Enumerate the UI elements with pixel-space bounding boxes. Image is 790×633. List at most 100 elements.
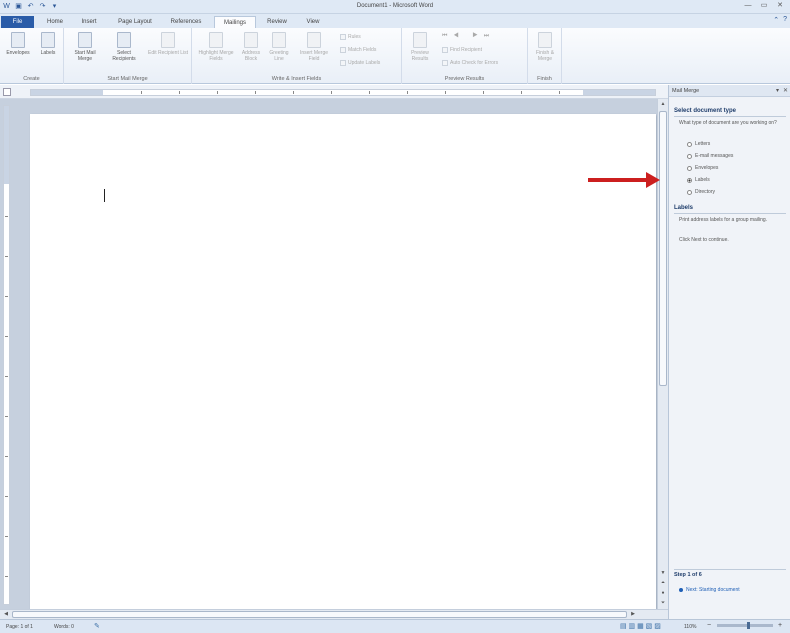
update-labels-icon (340, 60, 346, 66)
zoom-slider[interactable] (717, 624, 773, 627)
task-pane-header: Mail Merge ▾ ✕ (669, 85, 790, 97)
scroll-right-icon[interactable]: ▶ (628, 610, 638, 619)
address-block-button[interactable]: Address Block (238, 32, 264, 62)
minimize-icon[interactable]: — (740, 0, 756, 12)
collapse-ribbon-icon[interactable]: ⌃ (773, 16, 779, 24)
preview-results-button[interactable]: Preview Results (406, 32, 434, 62)
address-block-icon (244, 32, 258, 48)
tab-home[interactable]: Home (40, 16, 70, 28)
proofing-icon[interactable]: ✎ (94, 622, 100, 630)
select-document-type-heading: Select document type (674, 108, 737, 114)
continue-instruction: Click Next to continue. (679, 237, 729, 243)
tab-insert[interactable]: Insert (74, 16, 104, 28)
horizontal-ruler-row (0, 85, 668, 99)
insert-merge-field-button[interactable]: Insert Merge Field (294, 32, 334, 62)
document-type-question: What type of document are you working on… (679, 120, 777, 126)
finish-merge-button[interactable]: Finish & Merge (531, 32, 559, 62)
auto-check-errors-button[interactable]: Auto Check for Errors (442, 60, 498, 66)
scroll-left-icon[interactable]: ◀ (1, 610, 11, 619)
radio-email-messages[interactable]: E-mail messages (687, 153, 733, 159)
find-recipient-button[interactable]: Find Recipient (442, 47, 482, 53)
update-labels-button[interactable]: Update Labels (340, 60, 380, 66)
envelopes-button[interactable]: Envelopes (4, 32, 32, 56)
radio-icon (687, 141, 692, 147)
radio-icon (687, 189, 692, 195)
greeting-line-button[interactable]: Greeting Line (266, 32, 292, 62)
greeting-line-icon (272, 32, 286, 48)
recipients-icon (117, 32, 131, 48)
finish-merge-icon (538, 32, 552, 48)
previous-page-icon[interactable]: ⏶ (658, 579, 668, 588)
scroll-up-icon[interactable]: ▲ (658, 100, 668, 109)
text-cursor (104, 189, 105, 202)
radio-letters[interactable]: Letters (687, 141, 710, 147)
highlight-icon (209, 32, 223, 48)
horizontal-scroll-thumb[interactable] (12, 611, 627, 618)
tab-mailings[interactable]: Mailings (214, 16, 256, 28)
task-pane-options-icon[interactable]: ▾ (776, 87, 779, 94)
page-count[interactable]: Page: 1 of 1 (6, 624, 33, 630)
group-write-insert: Highlight Merge Fields Address Block Gre… (192, 28, 402, 84)
maximize-icon[interactable]: ▭ (756, 0, 772, 12)
edit-recipient-list-button[interactable]: Edit Recipient List (146, 32, 190, 56)
labels-description: Print address labels for a group mailing… (679, 217, 768, 223)
preview-icon (413, 32, 427, 48)
title-bar: W ▣ ↶ ↷ ▾ Document1 - Microsoft Word — ▭… (0, 0, 790, 14)
ribbon-mailings: Envelopes Labels Create Start Mail Merge… (0, 28, 790, 84)
tab-review[interactable]: Review (262, 16, 292, 28)
radio-icon (687, 165, 692, 171)
horizontal-scrollbar[interactable]: ◀ ▶ (0, 609, 668, 619)
zoom-out-icon[interactable]: − (707, 622, 711, 629)
task-pane-title: Mail Merge (672, 88, 700, 94)
radio-envelopes[interactable]: Envelopes (687, 165, 718, 171)
mail-merge-task-pane: Mail Merge ▾ ✕ Select document type What… (668, 85, 790, 619)
next-starting-document-link[interactable]: Next: Starting document (679, 587, 740, 593)
radio-directory[interactable]: Directory (687, 189, 715, 195)
group-label-create: Create (23, 76, 40, 82)
zoom-level[interactable]: 110% (684, 624, 696, 630)
envelope-icon (11, 32, 25, 48)
close-icon[interactable]: ✕ (772, 0, 788, 12)
rules-button[interactable]: Rules (340, 34, 361, 40)
help-icon[interactable]: ? (783, 16, 787, 24)
start-mail-merge-button[interactable]: Start Mail Merge (68, 32, 102, 62)
next-page-icon[interactable]: ⏷ (658, 599, 668, 608)
browse-object-icon[interactable]: ● (658, 589, 668, 598)
tab-view[interactable]: View (298, 16, 328, 28)
record-navigation[interactable]: ⏮◀ ▶⏭ (442, 33, 495, 40)
vertical-scroll-thumb[interactable] (659, 111, 667, 386)
radio-icon (687, 153, 692, 159)
tab-selector[interactable] (3, 88, 11, 96)
ribbon-tabs: File Home Insert Page Layout References … (0, 14, 790, 28)
check-errors-icon (442, 60, 448, 66)
task-pane-close-icon[interactable]: ✕ (783, 87, 788, 94)
vertical-ruler[interactable] (3, 105, 10, 605)
labels-heading: Labels (674, 205, 694, 211)
zoom-slider-thumb[interactable] (747, 622, 750, 629)
edit-list-icon (161, 32, 175, 48)
radio-labels[interactable]: Labels (687, 177, 710, 183)
group-label-finish: Finish (537, 76, 552, 82)
labels-button[interactable]: Labels (36, 32, 60, 56)
select-recipients-button[interactable]: Select Recipients (106, 32, 142, 62)
tab-page-layout[interactable]: Page Layout (110, 16, 160, 28)
document-page[interactable] (30, 114, 656, 609)
word-count[interactable]: Words: 0 (54, 624, 74, 630)
group-label-preview-results: Preview Results (444, 76, 485, 82)
group-preview-results: Preview Results ⏮◀ ▶⏭ Find Recipient Aut… (402, 28, 528, 84)
label-icon (41, 32, 55, 48)
match-fields-icon (340, 47, 346, 53)
mail-merge-icon (78, 32, 92, 48)
match-fields-button[interactable]: Match Fields (340, 47, 376, 53)
horizontal-ruler[interactable] (30, 89, 656, 96)
group-label-start-mail-merge: Start Mail Merge (107, 76, 148, 82)
tab-file[interactable]: File (1, 16, 34, 28)
scroll-down-icon[interactable]: ▼ (658, 569, 668, 578)
arrow-right-icon (679, 588, 683, 592)
zoom-in-icon[interactable]: + (778, 622, 782, 629)
view-buttons[interactable]: ▤ ▥ ▦ ▧ ▨ (620, 622, 661, 630)
highlight-merge-fields-button[interactable]: Highlight Merge Fields (196, 32, 236, 62)
find-icon (442, 47, 448, 53)
tab-references[interactable]: References (164, 16, 208, 28)
window-title: Document1 - Microsoft Word (356, 3, 434, 9)
